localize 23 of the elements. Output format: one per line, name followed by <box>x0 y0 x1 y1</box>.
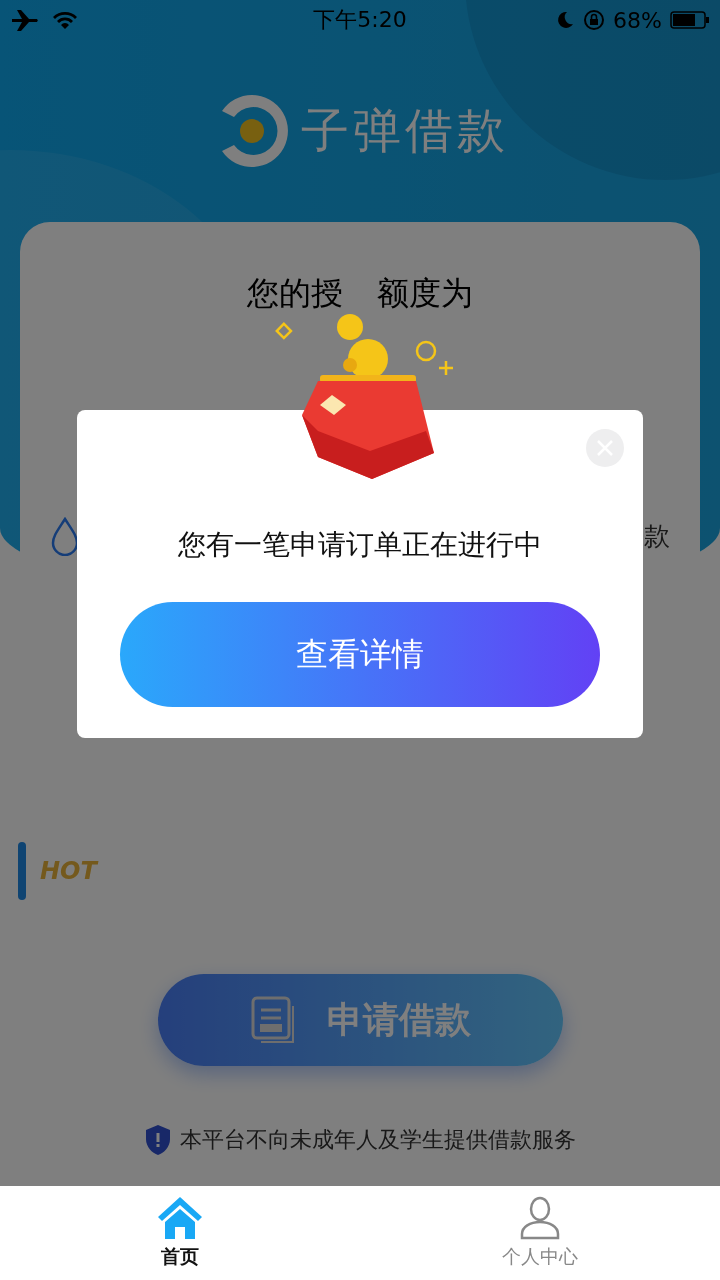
notice-text: 本平台不向未成年人及学生提供借款服务 <box>180 1126 576 1154</box>
credit-title: 您的授 <box>247 273 343 314</box>
tab[interactable]: 首页 <box>0 1186 360 1280</box>
app-logo-text: 子弹借款 <box>301 101 509 160</box>
rotation-lock-icon <box>583 9 606 31</box>
section-marker <box>18 842 26 900</box>
moon-icon <box>555 10 576 30</box>
wifi-icon <box>52 10 78 30</box>
drop-icon <box>50 516 80 556</box>
airplane-icon <box>10 8 40 32</box>
status-time: 下午5:20 <box>313 6 407 34</box>
hot-label: HOT <box>40 857 97 885</box>
dialog-message: 您有一笔申请订单正在进行中 <box>178 527 542 563</box>
tab[interactable]: 个人中心 <box>360 1186 720 1280</box>
card-row-text: 款 <box>644 519 670 553</box>
view-details-button[interactable]: 查看详情 <box>120 602 600 707</box>
battery-icon <box>670 10 710 30</box>
home-icon <box>156 1194 204 1240</box>
credit-title: 额度为 <box>377 273 473 314</box>
battery-percent: 68% <box>613 7 662 33</box>
shield-icon <box>144 1124 172 1156</box>
document-icon <box>249 996 297 1044</box>
person-icon <box>519 1196 561 1240</box>
